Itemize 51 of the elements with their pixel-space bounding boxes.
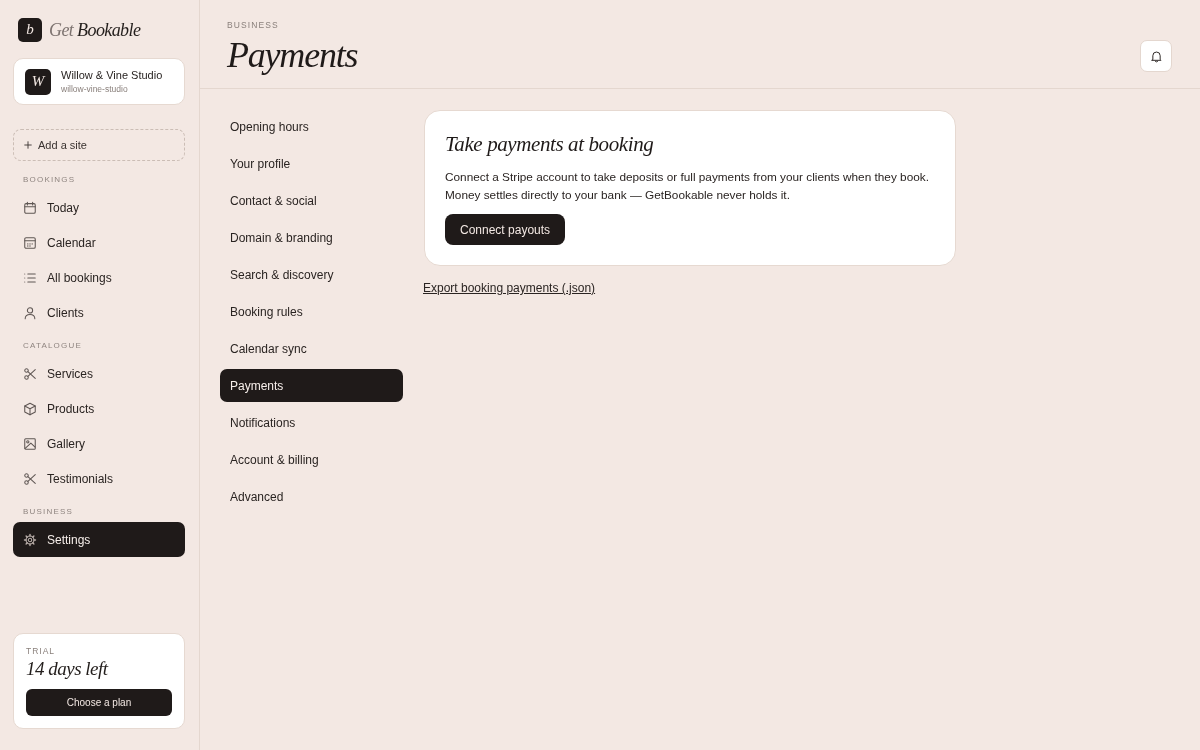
brand-wordmark: Get Bookable	[49, 19, 141, 41]
settings-nav-item[interactable]: Contact & social	[220, 184, 403, 217]
connect-payouts-button[interactable]: Connect payouts	[445, 214, 566, 245]
sidebar-item[interactable]: Products	[13, 391, 185, 426]
settings-nav-item[interactable]: Your profile	[220, 147, 403, 180]
settings-nav-item[interactable]: Advanced	[220, 480, 403, 513]
settings-nav-item[interactable]: Payments	[220, 369, 403, 402]
scissors-icon	[23, 471, 37, 486]
settings-nav-item[interactable]: Opening hours	[220, 110, 403, 143]
export-link[interactable]: Export booking payments (.json)	[423, 281, 596, 295]
sidebar-item[interactable]: Gallery	[13, 426, 185, 461]
site-slug: willow-vine-studio	[61, 84, 129, 94]
calendar-grid-icon	[23, 235, 37, 250]
settings-nav-item[interactable]: Notifications	[220, 406, 403, 439]
list-icon	[23, 270, 37, 285]
page-eyebrow: BUSINESS	[227, 19, 279, 31]
settings-icon	[23, 532, 37, 547]
choose-plan-button[interactable]: Choose a plan	[26, 689, 172, 716]
settings-nav-item[interactable]: Calendar sync	[220, 332, 403, 365]
calendar-icon	[23, 200, 37, 215]
person-icon	[23, 305, 37, 320]
settings-nav-item[interactable]: Booking rules	[220, 295, 403, 328]
section-label: CATALOGUE	[22, 340, 82, 352]
notifications-button[interactable]	[1140, 40, 1172, 72]
section-label: BUSINESS	[22, 506, 74, 518]
site-card[interactable]: W Willow & Vine Studio willow-vine-studio	[13, 58, 185, 105]
image-icon	[23, 436, 37, 451]
settings-nav-item[interactable]: Account & billing	[220, 443, 403, 476]
sidebar-item[interactable]: Calendar	[13, 225, 185, 260]
trial-days-left: 14 days left	[26, 657, 108, 681]
settings-nav-item[interactable]: Search & discovery	[220, 258, 403, 291]
site-name: Willow & Vine Studio	[61, 69, 163, 81]
sidebar-item[interactable]: All bookings	[13, 260, 185, 295]
box-icon	[23, 401, 37, 416]
settings-nav-item[interactable]: Domain & branding	[220, 221, 403, 254]
card-description: Connect a Stripe account to take deposits or full payments from your clients when they book. Money settles directly to your bank — GetBookable never holds it.	[445, 169, 930, 204]
bell-icon	[1149, 49, 1163, 63]
scissors-icon	[23, 366, 37, 381]
sidebar-item[interactable]: Today	[13, 190, 185, 225]
plus-icon	[24, 141, 32, 149]
page-title: Payments	[227, 35, 358, 75]
sidebar-item[interactable]: Settings	[13, 522, 185, 557]
site-avatar: W	[25, 68, 51, 95]
trial-label: TRIAL	[26, 645, 56, 657]
add-site-button[interactable]: Add a site	[13, 129, 185, 161]
sidebar-item[interactable]: Clients	[13, 295, 185, 330]
logo-mark: b	[18, 18, 42, 42]
sidebar-item[interactable]: Testimonials	[13, 461, 185, 496]
card-title: Take payments at booking	[445, 131, 654, 158]
sidebar-item[interactable]: Services	[13, 356, 185, 391]
section-label: BOOKINGS	[22, 174, 76, 186]
